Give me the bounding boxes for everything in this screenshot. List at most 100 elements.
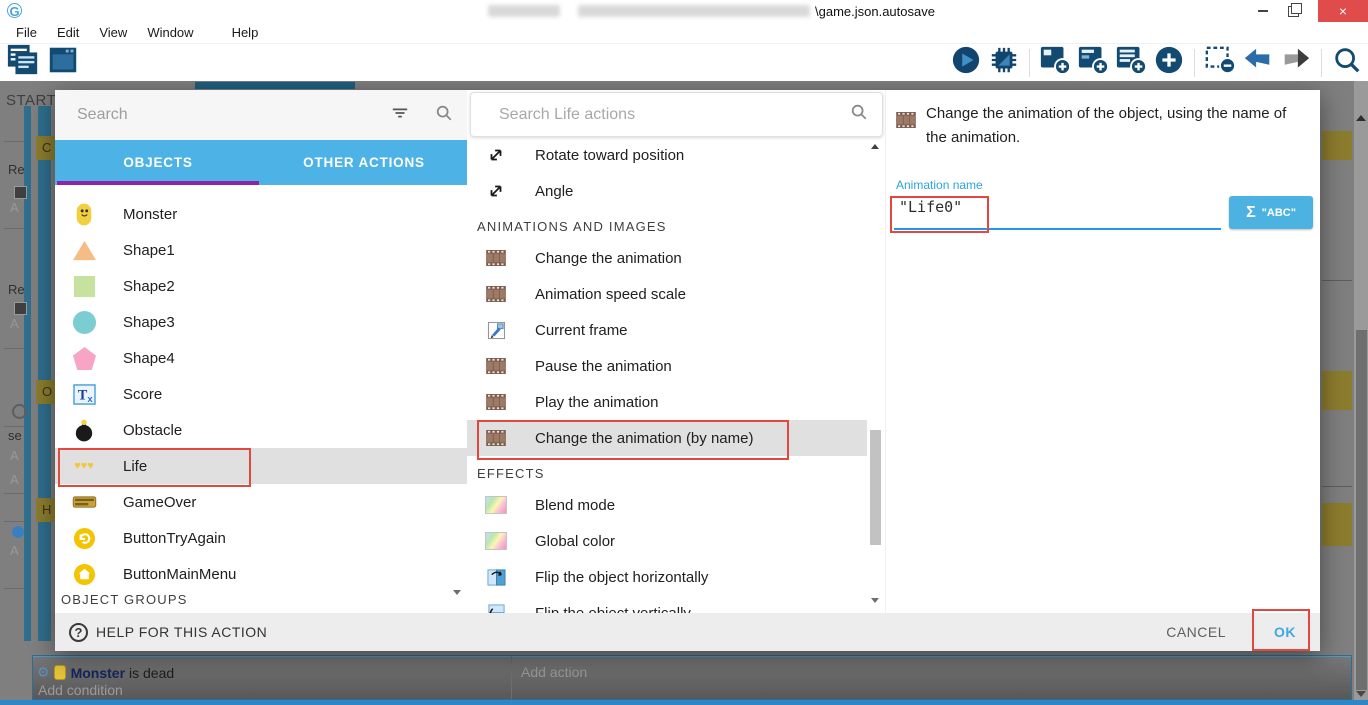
section-header-effects: EFFECTS (467, 456, 867, 487)
object-item-life[interactable]: ♥♥♥ Life (55, 448, 467, 484)
bg-fragment: Re (8, 282, 25, 297)
scene-editor-button[interactable] (46, 46, 80, 80)
object-item-buttonmainmenu[interactable]: ButtonMainMenu (55, 556, 467, 592)
menu-item-window[interactable]: Window (137, 25, 203, 40)
actions-scroll-down-icon[interactable] (871, 598, 879, 603)
retry-icon (69, 523, 99, 553)
add-circle-button[interactable] (1152, 46, 1186, 80)
menu-item-help[interactable]: Help (222, 25, 269, 40)
add-comment-button[interactable] (1038, 46, 1072, 80)
app-window: G \game.json.autosave × FileEditViewWind… (0, 0, 1368, 705)
object-item-gameover[interactable]: GameOver (55, 484, 467, 520)
colors-icon (481, 490, 511, 520)
add-subevent-button[interactable] (1076, 46, 1110, 80)
object-item-shape1[interactable]: Shape1 (55, 232, 467, 268)
search-icon[interactable] (435, 104, 453, 127)
action-item-rotate-toward-position[interactable]: Rotate toward position (467, 137, 867, 173)
objects-search-bar (55, 90, 467, 140)
scroll-up-icon[interactable] (1356, 115, 1366, 121)
play-button[interactable] (949, 46, 983, 80)
action-item-current-frame[interactable]: Current frame (467, 312, 867, 348)
remove-event-button[interactable] (1203, 46, 1237, 80)
object-item-obstacle[interactable]: Obstacle (55, 412, 467, 448)
bg-fragment: A (10, 316, 19, 331)
debug-button[interactable] (987, 46, 1021, 80)
undo-button[interactable] (1241, 46, 1275, 80)
cancel-button[interactable]: CANCEL (1166, 624, 1226, 640)
bg-fragment: Re (8, 162, 25, 177)
actions-panel: Rotate toward position Angle ANIMATIONS … (467, 90, 885, 613)
toolbar-separator (1194, 49, 1195, 77)
action-item-pause-the-animation[interactable]: Pause the animation (467, 348, 867, 384)
bg-fragment: se (8, 428, 22, 443)
objects-panel: OBJECTSOTHER ACTIONS Monster Shape1 Shap… (55, 90, 467, 613)
scroll-down-icon[interactable] (1356, 691, 1366, 697)
toolbar (0, 44, 1368, 81)
search-icon[interactable] (850, 103, 868, 126)
action-item-flip-the-object-vertically[interactable]: Flip the object vertically (467, 595, 867, 613)
action-item-flip-the-object-horizontally[interactable]: Flip the object horizontally (467, 559, 867, 595)
object-item-score[interactable]: Tx Score (55, 376, 467, 412)
object-item-shape2[interactable]: Shape2 (55, 268, 467, 304)
colors-icon (481, 526, 511, 556)
object-item-shape3[interactable]: Shape3 (55, 304, 467, 340)
action-item-angle[interactable]: Angle (467, 173, 867, 209)
action-item-blend-mode[interactable]: Blend mode (467, 487, 867, 523)
condition-action-divider (511, 656, 512, 699)
action-item-animation-speed-scale[interactable]: Animation speed scale (467, 276, 867, 312)
tab-other-actions[interactable]: OTHER ACTIONS (261, 140, 467, 185)
condition-suffix: is dead (129, 665, 174, 681)
redacted-title-segment (488, 5, 560, 17)
expression-editor-button[interactable]: Σ "ABC" (1229, 196, 1313, 229)
add-event-icon (1115, 44, 1147, 81)
menu-item-file[interactable]: File (6, 25, 47, 40)
actions-scrollbar-thumb[interactable] (870, 430, 881, 545)
gear-icon: ⚙ (37, 664, 50, 681)
add-circle-icon (1153, 44, 1185, 81)
add-condition-link[interactable]: Add condition (38, 682, 123, 698)
object-item-monster[interactable]: Monster (55, 196, 467, 232)
menu-item-view[interactable]: View (89, 25, 137, 40)
objects-search-input[interactable] (75, 105, 391, 125)
search-button[interactable] (1330, 46, 1364, 80)
close-button[interactable]: × (1318, 0, 1368, 22)
action-item-change-the-animation[interactable]: Change the animation (467, 240, 867, 276)
ok-button[interactable]: OK (1274, 624, 1296, 640)
film-icon (481, 423, 511, 453)
restore-button[interactable] (1278, 0, 1308, 22)
actions-search-input[interactable] (497, 105, 850, 125)
action-item-change-the-animation-by-name[interactable]: Change the animation (by name) (467, 420, 867, 456)
add-event-button[interactable] (1114, 46, 1148, 80)
bg-fragment: H (36, 498, 55, 522)
bg-comment-block (1322, 131, 1352, 160)
events-sheet-button[interactable] (6, 46, 40, 80)
film-icon (481, 279, 511, 309)
action-description: Change the animation of the object, usin… (926, 102, 1308, 150)
object-item-shape4[interactable]: Shape4 (55, 340, 467, 376)
add-action-link[interactable]: Add action (521, 664, 587, 680)
object-groups-header: OBJECT GROUPS (61, 592, 188, 607)
action-item-global-color[interactable]: Global color (467, 523, 867, 559)
minimize-button[interactable] (1248, 0, 1278, 22)
object-item-buttontryagain[interactable]: ButtonTryAgain (55, 520, 467, 556)
animation-name-input[interactable]: "Life0" (899, 198, 962, 216)
bg-fragment: A (10, 200, 19, 215)
pentagon-icon (69, 343, 99, 373)
tab-objects[interactable]: OBJECTS (55, 140, 261, 185)
event-row-monster-dead: ⚙ Monster is dead Add condition Add acti… (32, 655, 1352, 700)
triangle-icon (69, 235, 99, 265)
section-header-animations-and-images: ANIMATIONS AND IMAGES (467, 209, 867, 240)
filter-icon[interactable] (391, 104, 409, 127)
flip-v-icon (481, 598, 511, 613)
event-indent-bar (38, 106, 51, 641)
events-scrollbar-thumb[interactable] (1356, 330, 1367, 690)
objects-scroll-down-icon[interactable] (453, 590, 461, 595)
redo-button[interactable] (1279, 46, 1313, 80)
menu-item-edit[interactable]: Edit (47, 25, 89, 40)
actions-scroll-up-icon[interactable] (871, 144, 879, 149)
action-item-play-the-animation[interactable]: Play the animation (467, 384, 867, 420)
debug-icon (989, 45, 1019, 80)
bg-fragment: A (10, 448, 19, 463)
active-scene-tab-indicator (195, 82, 355, 89)
help-link[interactable]: ? HELP FOR THIS ACTION (69, 623, 267, 642)
